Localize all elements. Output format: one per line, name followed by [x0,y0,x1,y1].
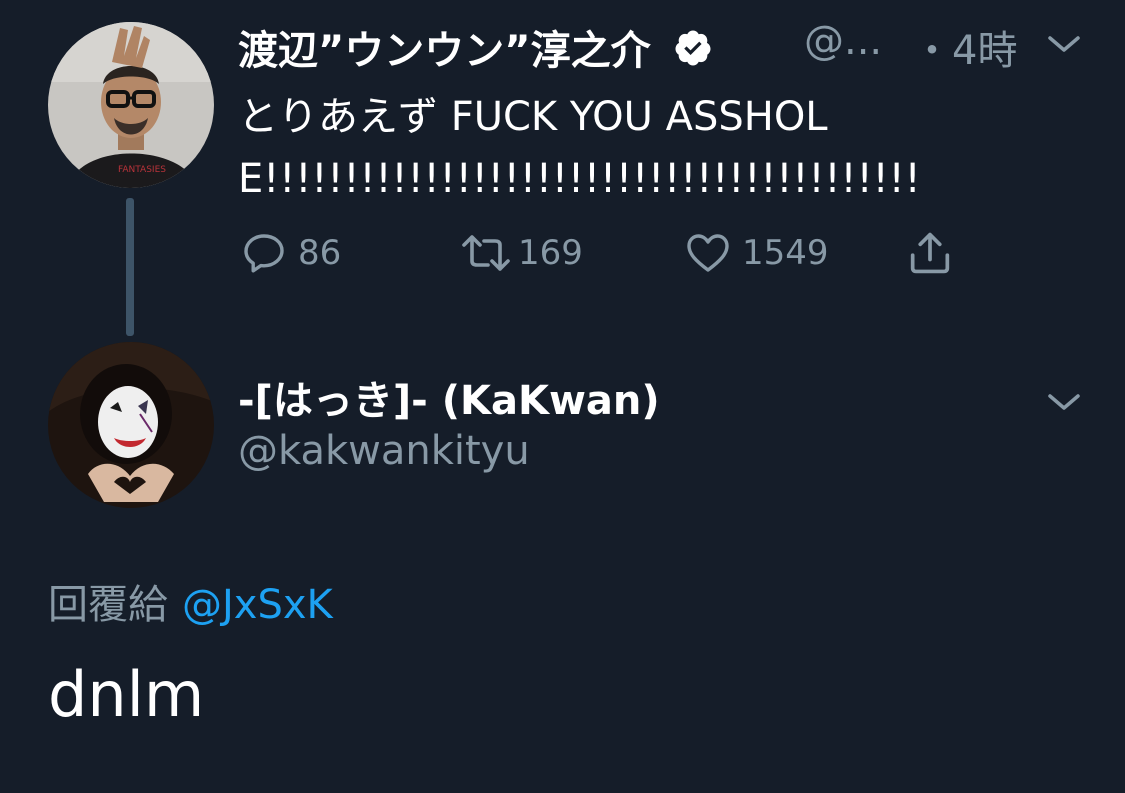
original-author-name[interactable]: 渡辺”ウンウン”淳之介 [238,28,651,74]
thread-connector-line [126,198,134,336]
chevron-down-icon[interactable] [1044,386,1084,416]
retweet-icon [462,235,510,271]
reply-author-name[interactable]: -[はっき]- (KaKwan) [238,368,660,426]
reply-tweet-text: dnlm [48,658,205,731]
like-button[interactable]: 1549 [684,228,829,278]
verified-badge-icon [673,28,713,78]
reply-count: 86 [298,233,342,273]
share-button[interactable] [904,228,956,278]
replying-to-line: 回覆給 @JxSxK [48,572,333,630]
like-count: 1549 [742,233,829,273]
chevron-down-icon[interactable] [1044,28,1084,58]
tweet-timestamp[interactable]: ・4時 [912,18,1017,76]
retweet-count: 169 [518,233,583,273]
reply-button[interactable]: 86 [240,228,341,278]
like-icon [687,234,729,272]
reply-icon [244,234,284,273]
original-author-avatar[interactable]: FANTASIES [48,22,214,188]
svg-text:FANTASIES: FANTASIES [118,165,166,175]
reply-author-handle[interactable]: @kakwankityu [238,428,530,474]
replying-to-mention-link[interactable]: @JxSxK [182,582,333,628]
retweet-button[interactable]: 169 [458,228,583,278]
original-author-name-row[interactable]: 渡辺”ウンウン”淳之介 [238,18,721,78]
reply-author-avatar[interactable] [48,342,214,508]
original-author-handle[interactable]: @... [804,18,882,64]
original-tweet-text: とりあえず FUCK YOU ASSHOLE!!!!!!!!!!!!!!!!!!… [238,94,921,202]
replying-to-label: 回覆給 [48,582,168,628]
share-icon [910,232,950,274]
